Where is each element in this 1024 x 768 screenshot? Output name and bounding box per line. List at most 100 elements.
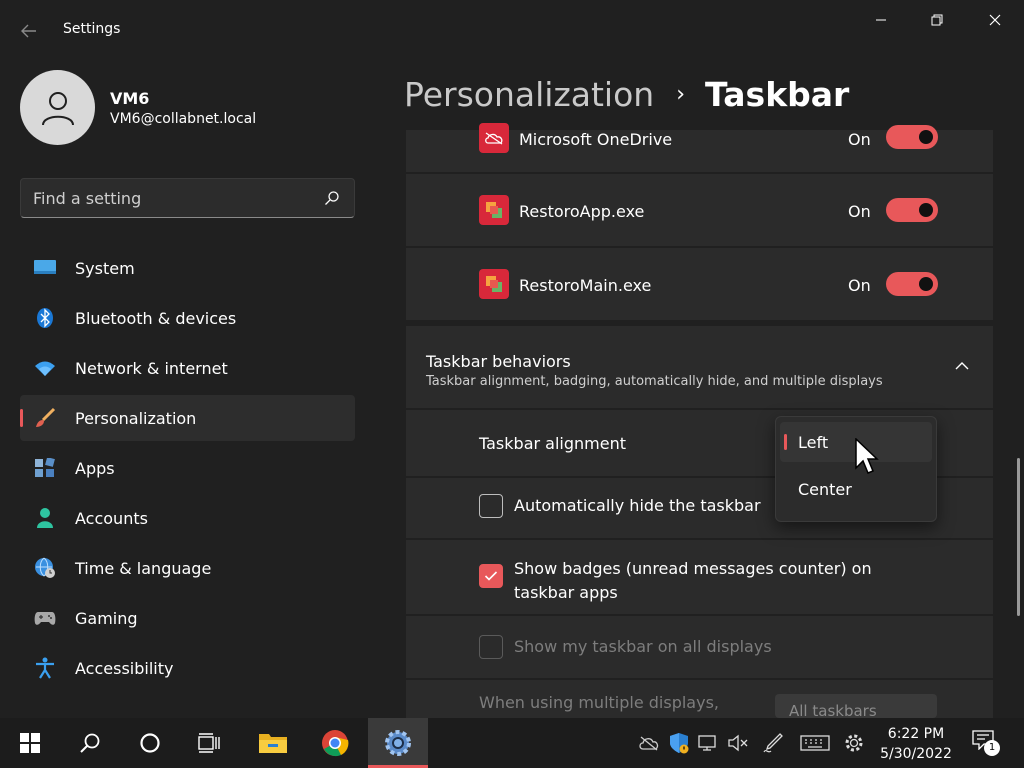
person-icon [41, 91, 74, 125]
settings-taskbar-button[interactable] [368, 718, 428, 768]
alignment-label: Taskbar alignment [479, 434, 626, 453]
sidebar-item-label: System [75, 258, 135, 278]
sidebar-item-gaming[interactable]: Gaming [20, 595, 355, 641]
close-button[interactable] [972, 8, 1018, 32]
tray-app-row-restoromain: RestoroMain.exe On [406, 248, 993, 320]
sidebar-item-label: Accessibility [75, 658, 174, 678]
auto-hide-checkbox[interactable] [479, 494, 503, 518]
search-box[interactable] [20, 178, 355, 218]
sidebar-item-accounts[interactable]: Accounts [20, 495, 355, 541]
badges-label: Show badges (unread messages counter) on… [514, 559, 872, 602]
notification-count-badge: 1 [984, 740, 1000, 756]
minimize-button[interactable] [858, 8, 904, 32]
apps-icon [34, 457, 56, 479]
restoro-main-icon [479, 269, 509, 299]
sidebar-item-time-language[interactable]: Time & language [20, 545, 355, 591]
minimize-icon [876, 19, 886, 21]
restoroapp-toggle[interactable] [886, 198, 938, 222]
breadcrumb-separator: › [676, 81, 686, 107]
multi-display-value: All taskbars [789, 702, 877, 718]
option-label: Center [798, 479, 852, 499]
scrollbar[interactable] [1017, 458, 1020, 616]
toggle-knob [919, 203, 933, 217]
multi-display-select[interactable]: All taskbars [775, 694, 937, 718]
sidebar-item-label: Time & language [75, 558, 212, 578]
volume-muted-icon[interactable] [727, 732, 749, 754]
sidebar-item-bluetooth[interactable]: Bluetooth & devices [20, 295, 355, 341]
avatar[interactable] [20, 70, 95, 145]
sidebar-item-apps[interactable]: Apps [20, 445, 355, 491]
keyboard-icon[interactable] [800, 732, 830, 754]
restore-button[interactable] [914, 8, 960, 32]
onedrive-icon[interactable] [638, 732, 660, 754]
sidebar-item-system[interactable]: System [20, 245, 355, 291]
option-label: Left [798, 432, 829, 452]
file-explorer-button[interactable] [248, 718, 298, 768]
taskbar-search-button[interactable] [65, 718, 115, 768]
task-view-icon [198, 733, 220, 753]
badges-row: Show badges (unread messages counter) on… [406, 540, 993, 614]
paintbrush-icon [34, 407, 56, 429]
restoromain-toggle[interactable] [886, 272, 938, 296]
auto-hide-label: Automatically hide the taskbar [514, 496, 761, 515]
tray-app-row-restoroapp: RestoroApp.exe On [406, 174, 993, 246]
sidebar-item-label: Gaming [75, 608, 138, 628]
security-icon[interactable] [668, 732, 690, 754]
file-explorer-icon [259, 734, 287, 753]
badges-checkbox[interactable] [479, 564, 503, 588]
taskbar-clock[interactable]: 6:22 PM 5/30/2022 [874, 724, 958, 764]
sidebar-item-label: Apps [75, 458, 115, 478]
multi-display-label: When using multiple displays, [479, 693, 719, 712]
chrome-button[interactable] [310, 718, 360, 768]
title-bar: Settings [0, 0, 1024, 62]
search-input[interactable] [33, 179, 313, 217]
sidebar-nav: System Bluetooth & devices Network & int… [20, 245, 355, 695]
search-icon[interactable] [324, 190, 340, 206]
bluetooth-icon [34, 307, 56, 329]
back-button[interactable] [14, 18, 44, 44]
start-icon [20, 733, 40, 753]
cortana-icon [140, 733, 160, 753]
person-icon [34, 507, 56, 529]
app-title: Settings [63, 21, 121, 37]
taskbar: 6:22 PM 5/30/2022 1 [0, 718, 1024, 768]
restore-icon [931, 14, 943, 26]
clock-date: 5/30/2022 [880, 746, 952, 762]
task-view-button[interactable] [185, 718, 235, 768]
restoro-app-icon [479, 195, 509, 225]
settings-icon [385, 730, 411, 756]
toggle-state-label: On [848, 202, 871, 221]
toggle-knob [919, 277, 933, 291]
back-arrow-icon [21, 24, 36, 38]
all-displays-checkbox[interactable] [479, 635, 503, 659]
section-subtitle: Taskbar alignment, badging, automaticall… [426, 374, 883, 389]
tray-app-row-onedrive: Microsoft OneDrive On [406, 123, 993, 172]
gear-icon[interactable] [843, 732, 865, 754]
pen-icon[interactable] [762, 732, 784, 754]
all-displays-label: Show my taskbar on all displays [514, 637, 772, 656]
accessibility-icon [34, 657, 56, 679]
network-icon[interactable] [698, 732, 720, 754]
globe-clock-icon [34, 557, 56, 579]
checkmark-icon [484, 571, 498, 581]
sidebar-item-label: Accounts [75, 508, 148, 528]
notifications-button[interactable]: 1 [972, 730, 1000, 756]
chevron-up-icon[interactable] [952, 359, 972, 373]
sidebar-item-personalization[interactable]: Personalization [20, 395, 355, 441]
search-icon [80, 733, 100, 753]
sidebar-item-accessibility[interactable]: Accessibility [20, 645, 355, 691]
taskbar-behaviors-header[interactable]: Taskbar behaviors Taskbar alignment, bad… [406, 326, 993, 408]
cortana-button[interactable] [125, 718, 175, 768]
chrome-icon [322, 730, 349, 757]
page-title: Taskbar [705, 74, 850, 114]
breadcrumb-parent[interactable]: Personalization [404, 75, 654, 114]
monitor-icon [34, 257, 56, 279]
user-email: VM6@collabnet.local [110, 111, 257, 127]
onedrive-toggle[interactable] [886, 125, 938, 149]
onedrive-app-icon [479, 123, 509, 153]
toggle-state-label: On [848, 276, 871, 295]
start-button[interactable] [5, 718, 55, 768]
tray-app-name: RestoroApp.exe [519, 202, 645, 221]
section-title: Taskbar behaviors [426, 352, 571, 371]
sidebar-item-network[interactable]: Network & internet [20, 345, 355, 391]
